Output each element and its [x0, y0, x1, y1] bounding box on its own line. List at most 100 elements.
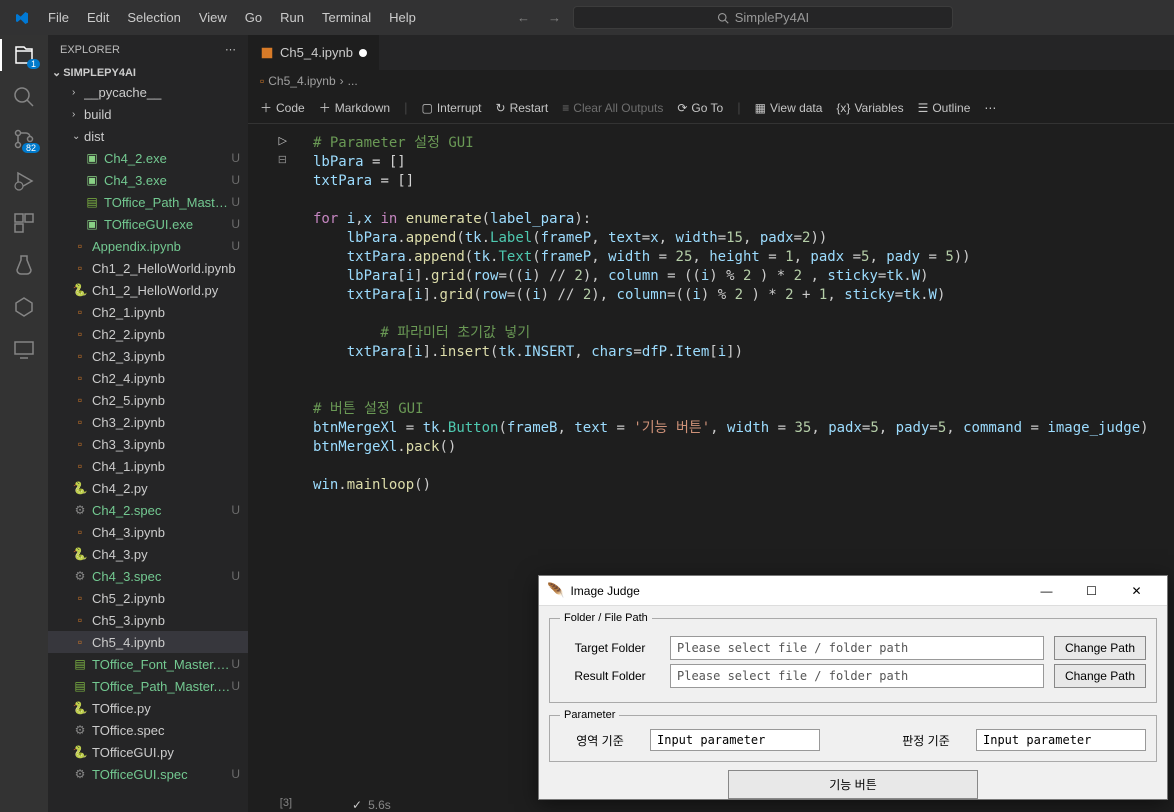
file-item[interactable]: ▤TOffice_Path_Master.csvU [48, 675, 248, 697]
search-text: SimplePy4AI [735, 10, 809, 25]
clear-outputs-button[interactable]: ≡Clear All Outputs [562, 101, 663, 115]
item-label: TOfficeGUI.py [92, 745, 244, 760]
testing-icon[interactable] [12, 253, 36, 277]
more-icon[interactable]: ⋯ [225, 43, 236, 56]
file-item[interactable]: ▫Ch5_3.ipynb [48, 609, 248, 631]
add-code-button[interactable]: ＋Code [260, 99, 305, 116]
target-folder-input[interactable]: Please select file / folder path [670, 636, 1044, 660]
command-center[interactable]: SimplePy4AI [573, 6, 953, 29]
file-item[interactable]: ⚙TOffice.spec [48, 719, 248, 741]
more-actions-button[interactable]: ⋯ [984, 101, 996, 115]
file-item[interactable]: ▫Ch2_3.ipynb [48, 345, 248, 367]
file-item[interactable]: ⚙Ch4_3.specU [48, 565, 248, 587]
file-item[interactable]: ▫Ch5_2.ipynb [48, 587, 248, 609]
file-item[interactable]: ⚙TOfficeGUI.specU [48, 763, 248, 785]
file-item[interactable]: ▫Ch2_2.ipynb [48, 323, 248, 345]
outline-button[interactable]: ☰Outline [918, 101, 971, 115]
change-path-button[interactable]: Change Path [1054, 664, 1146, 688]
minimize-button[interactable]: — [1024, 577, 1069, 605]
extensions-icon[interactable] [12, 211, 36, 235]
file-item[interactable]: ▫Ch2_1.ipynb [48, 301, 248, 323]
file-item[interactable]: ▫ Ch2_4.ipynb [48, 367, 248, 389]
nav-back-icon[interactable]: ← [517, 10, 530, 25]
jupyter-icon[interactable] [12, 295, 36, 319]
git-status: U [231, 503, 240, 517]
param1-input[interactable] [650, 729, 820, 751]
item-label: Ch2_4.ipynb [92, 371, 244, 386]
file-item[interactable]: 🐍Ch4_3.py [48, 543, 248, 565]
add-markdown-button[interactable]: ＋Markdown [319, 99, 390, 116]
outline-icon: ☰ [918, 101, 929, 115]
explorer-icon[interactable]: 1 [12, 43, 36, 67]
variables-button[interactable]: {x}Variables [836, 101, 903, 115]
menu-edit[interactable]: Edit [79, 6, 117, 29]
run-cell-button[interactable]: ▷ [279, 134, 287, 147]
file-tree: ›__pycache__›build⌄dist▣Ch4_2.exeU▣Ch4_3… [48, 81, 248, 812]
file-item[interactable]: ▣Ch4_3.exeU [48, 169, 248, 191]
title-bar: FileEditSelectionViewGoRunTerminalHelp ←… [0, 0, 1174, 35]
item-label: Ch4_2.spec [92, 503, 231, 518]
param2-input[interactable] [976, 729, 1146, 751]
file-item[interactable]: ▫Ch4_3.ipynb [48, 521, 248, 543]
interrupt-button[interactable]: ▢Interrupt [421, 101, 481, 115]
file-item[interactable]: ▤TOffice_Path_Master....U [48, 191, 248, 213]
file-item[interactable]: ▣Ch4_2.exeU [48, 147, 248, 169]
run-debug-icon[interactable] [12, 169, 36, 193]
menu-file[interactable]: File [40, 6, 77, 29]
notebook-toolbar: ＋Code ＋Markdown | ▢Interrupt ↻Restart ≡C… [248, 92, 1174, 124]
file-item[interactable]: ▤TOffice_Font_Master.csvU [48, 653, 248, 675]
menu-help[interactable]: Help [381, 6, 424, 29]
menu-view[interactable]: View [191, 6, 235, 29]
menu-go[interactable]: Go [237, 6, 270, 29]
goto-button[interactable]: ⟳Go To [677, 101, 723, 115]
collapse-icon[interactable]: ⊟ [278, 153, 287, 166]
maximize-button[interactable]: ☐ [1069, 577, 1114, 605]
source-control-icon[interactable]: 82 [12, 127, 36, 151]
file-item[interactable]: 🐍Ch1_2_HelloWorld.py [48, 279, 248, 301]
py-icon: 🐍 [72, 745, 88, 759]
result-folder-input[interactable]: Please select file / folder path [670, 664, 1044, 688]
tk-titlebar[interactable]: 🪶 Image Judge — ☐ ✕ [539, 576, 1167, 606]
file-item[interactable]: 🐍Ch4_2.py [48, 477, 248, 499]
file-item[interactable]: ▫Ch5_4.ipynb [48, 631, 248, 653]
notebook-icon: ▫ [260, 74, 264, 88]
file-item[interactable]: 🐍TOffice.py [48, 697, 248, 719]
file-item[interactable]: 🐍 TOfficeGUI.py [48, 741, 248, 763]
nav-forward-icon[interactable]: → [548, 10, 561, 25]
tab-active[interactable]: Ch5_4.ipynb [248, 35, 380, 70]
workspace-name: SIMPLEPY4AI [63, 67, 136, 79]
restart-button[interactable]: ↻Restart [496, 101, 549, 115]
git-status: U [231, 679, 240, 693]
item-label: Ch4_3.ipynb [92, 525, 244, 540]
workspace-folder[interactable]: ⌄ SIMPLEPY4AI [48, 64, 248, 81]
file-item[interactable]: ▫Ch1_2_HelloWorld.ipynb [48, 257, 248, 279]
plus-icon: ＋ [260, 99, 272, 116]
file-item[interactable]: ▫Ch3_3.ipynb [48, 433, 248, 455]
close-button[interactable]: ✕ [1114, 577, 1159, 605]
view-data-button[interactable]: ▦View data [755, 101, 823, 115]
main-action-button[interactable]: 기능 버튼 [728, 770, 978, 799]
menu-selection[interactable]: Selection [119, 6, 188, 29]
item-label: Ch4_3.spec [92, 569, 231, 584]
folder-item[interactable]: ⌄dist [48, 125, 248, 147]
file-item[interactable]: ▣TOfficeGUI.exeU [48, 213, 248, 235]
search-activity-icon[interactable] [12, 85, 36, 109]
file-item[interactable]: ⚙Ch4_2.specU [48, 499, 248, 521]
item-label: Ch5_4.ipynb [92, 635, 244, 650]
breadcrumb[interactable]: ▫ Ch5_4.ipynb › ... [248, 70, 1174, 92]
folder-path-fieldset: Folder / File Path Target Folder Please … [549, 612, 1157, 703]
menu-terminal[interactable]: Terminal [314, 6, 379, 29]
folder-item[interactable]: ›build [48, 103, 248, 125]
nb-icon: ▫ [72, 305, 88, 319]
file-item[interactable]: ▫Ch3_2.ipynb [48, 411, 248, 433]
folder-item[interactable]: ›__pycache__ [48, 81, 248, 103]
file-item[interactable]: ▫Appendix.ipynbU [48, 235, 248, 257]
editor-tabs: Ch5_4.ipynb [248, 35, 1174, 70]
file-item[interactable]: ▫Ch2_5.ipynb [48, 389, 248, 411]
menu-run[interactable]: Run [272, 6, 312, 29]
file-item[interactable]: ▫Ch4_1.ipynb [48, 455, 248, 477]
nb-icon: ▫ [72, 371, 88, 385]
change-path-button[interactable]: Change Path [1054, 636, 1146, 660]
remote-icon[interactable] [12, 337, 36, 361]
nb-icon: ▫ [72, 349, 88, 363]
